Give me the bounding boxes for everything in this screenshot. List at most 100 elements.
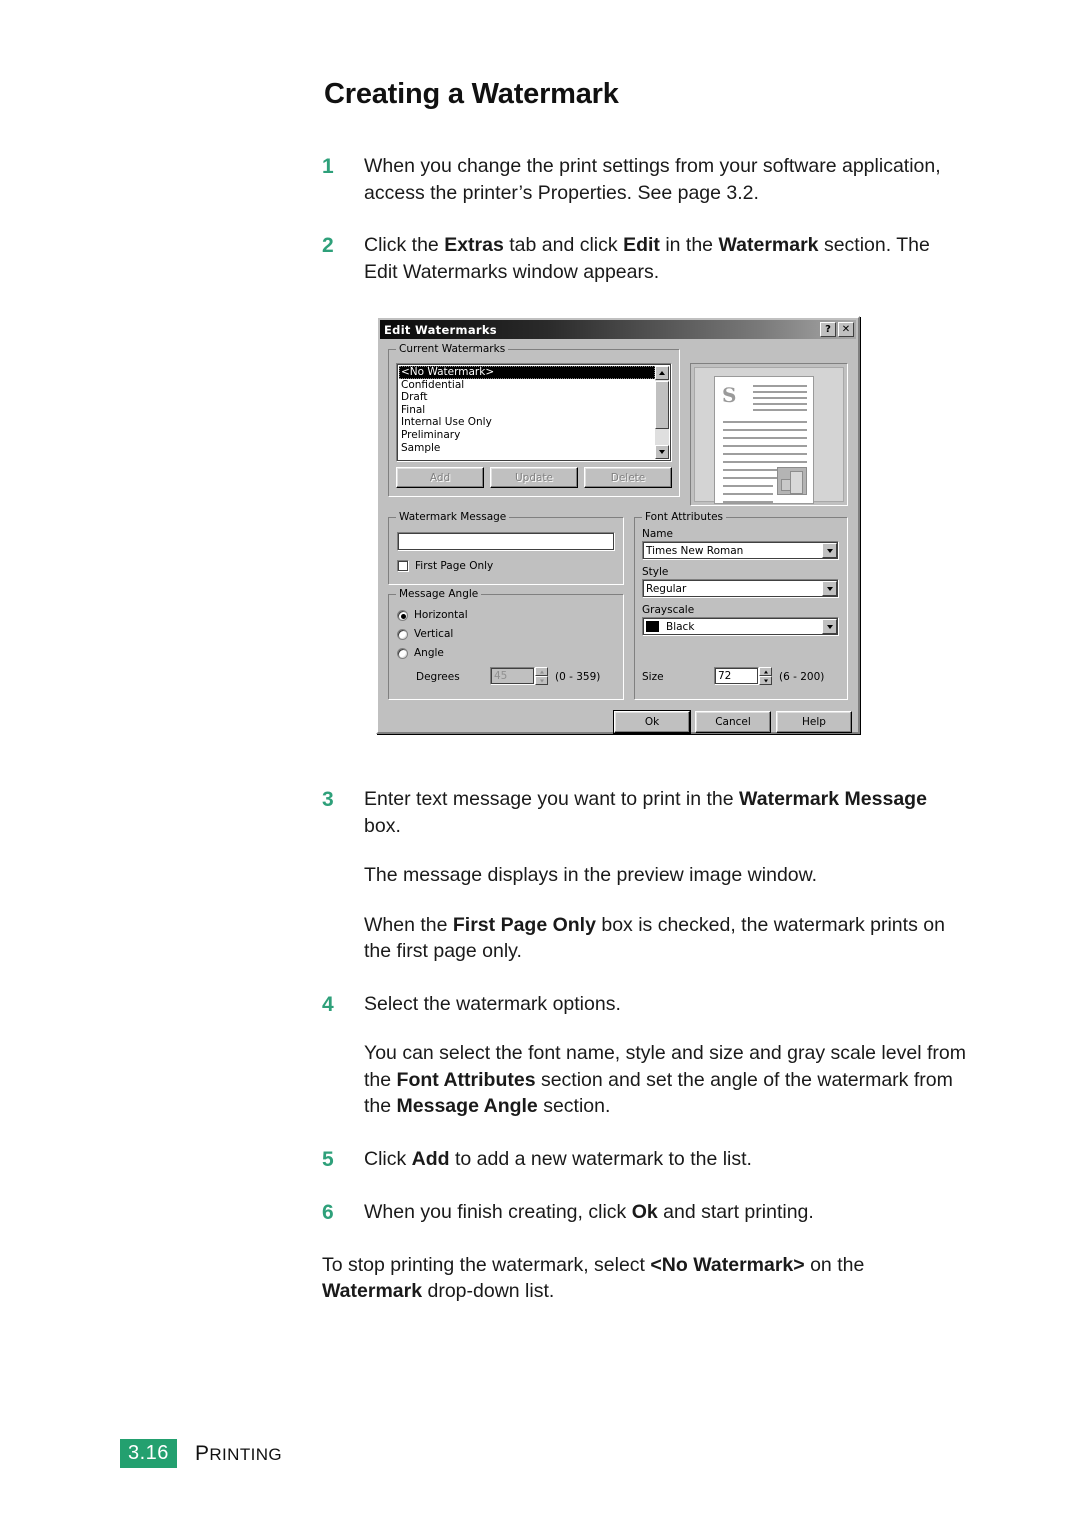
radio-vertical-icon[interactable] — [397, 628, 408, 640]
watermark-list-item[interactable]: Final — [399, 404, 655, 417]
step-text: Enter text message you want to print in … — [364, 786, 967, 965]
dialog-body: Current Watermarks <No Watermark> Confide… — [380, 339, 856, 734]
document-page: Creating a Watermark 1 When you change th… — [0, 0, 1080, 1526]
watermark-list-scrollbar[interactable] — [655, 366, 669, 459]
watermark-message-legend: Watermark Message — [396, 511, 510, 523]
add-watermark-button[interactable]: Add — [396, 467, 484, 488]
angle-option-horizontal[interactable]: Horizontal — [397, 609, 468, 621]
step-item: 5 Click Add to add a new watermark to the… — [322, 1146, 967, 1173]
step-paragraph: When you finish creating, click Ok and s… — [364, 1200, 814, 1223]
angle-option-vertical[interactable]: Vertical — [397, 628, 453, 640]
close-titlebar-button[interactable]: ✕ — [838, 322, 854, 337]
step-number: 5 — [322, 1147, 334, 1171]
step-text: Select the watermark options. You can sel… — [364, 991, 967, 1120]
first-page-only-checkbox-row[interactable]: First Page Only — [397, 560, 493, 572]
watermark-list-item[interactable]: Confidential — [399, 379, 655, 392]
font-style-label: Style — [642, 566, 669, 578]
watermark-listbox[interactable]: <No Watermark> Confidential Draft Final Inte… — [396, 363, 672, 462]
font-style-chevron-down-icon[interactable] — [822, 581, 837, 596]
step-text: Click Add to add a new watermark to the … — [364, 1146, 967, 1173]
grayscale-label: Grayscale — [642, 604, 695, 616]
closing-paragraph: To stop printing the watermark, select <… — [322, 1253, 865, 1303]
preview-page: S — [714, 376, 814, 504]
font-size-input[interactable]: 72 — [714, 667, 759, 685]
angle-option-vertical-label: Vertical — [414, 628, 454, 640]
font-style-value: Regular — [646, 582, 687, 595]
page-footer: 3.16 PRINTING — [120, 1439, 282, 1468]
grayscale-color-swatch — [646, 621, 659, 632]
page-number-badge: 3.16 — [120, 1439, 177, 1468]
help-titlebar-button[interactable]: ? — [820, 322, 836, 337]
step-item: 3 Enter text message you want to print in… — [322, 786, 967, 965]
scroll-up-button[interactable] — [655, 366, 669, 380]
help-button[interactable]: Help — [776, 711, 852, 733]
radio-horizontal-icon[interactable] — [397, 609, 408, 621]
degrees-stepper[interactable]: 45 — [490, 667, 548, 685]
font-name-combobox[interactable]: Times New Roman — [642, 541, 839, 560]
font-attributes-legend: Font Attributes — [642, 511, 727, 523]
font-size-stepper[interactable]: 72 — [714, 667, 772, 685]
watermark-list-item[interactable]: Internal Use Only — [399, 416, 655, 429]
update-watermark-button[interactable]: Update — [490, 467, 578, 488]
step-paragraph: When the First Page Only box is checked,… — [364, 913, 945, 963]
degrees-decrement-button[interactable] — [535, 676, 548, 685]
grayscale-value: Black — [666, 620, 695, 633]
font-size-increment-button[interactable] — [759, 667, 772, 676]
step-paragraph: When you change the print settings from … — [364, 155, 941, 204]
edit-watermarks-dialog: Edit Watermarks ? ✕ Current Watermarks <… — [376, 316, 860, 734]
section-name-label: PRINTING — [194, 1441, 283, 1465]
watermark-list-items[interactable]: <No Watermark> Confidential Draft Final Inte… — [399, 366, 655, 454]
first-page-only-checkbox[interactable] — [397, 560, 409, 572]
first-page-only-label: First Page Only — [415, 560, 494, 572]
dialog-title: Edit Watermarks — [384, 322, 497, 337]
step-item: 6 When you finish creating, click Ok and … — [322, 1199, 967, 1226]
message-angle-legend: Message Angle — [396, 588, 482, 600]
degrees-input[interactable]: 45 — [490, 667, 535, 685]
scroll-down-button[interactable] — [655, 445, 669, 459]
font-name-value: Times New Roman — [646, 544, 744, 557]
current-watermarks-legend: Current Watermarks — [396, 343, 509, 355]
step-item: 1 When you change the print settings from… — [322, 153, 967, 206]
watermark-preview-panel: S — [690, 363, 848, 506]
step-number: 6 — [322, 1200, 334, 1224]
step-number: 2 — [322, 234, 334, 257]
watermark-message-input[interactable] — [397, 532, 615, 551]
watermark-list-item[interactable]: <No Watermark> — [399, 366, 655, 379]
step-paragraph: Enter text message you want to print in … — [364, 788, 927, 837]
grayscale-combobox[interactable]: Black — [642, 617, 839, 636]
step-paragraph: You can select the font name, style and … — [364, 1042, 966, 1117]
step-number: 4 — [322, 992, 334, 1016]
degrees-increment-button[interactable] — [535, 667, 548, 676]
steps-list-top: 1 When you change the print settings from… — [322, 153, 967, 285]
step-paragraph: Click Add to add a new watermark to the … — [364, 1147, 752, 1170]
step-paragraph: Select the watermark options. — [364, 992, 621, 1015]
scrollbar-thumb[interactable] — [655, 381, 669, 429]
dialog-titlebar[interactable]: Edit Watermarks ? ✕ — [380, 320, 856, 339]
steps-list-bottom: 3 Enter text message you want to print in… — [322, 786, 967, 1226]
ok-button[interactable]: Ok — [614, 711, 690, 733]
watermark-list-item[interactable]: Preliminary — [399, 429, 655, 442]
page-title: Creating a Watermark — [324, 78, 619, 110]
angle-option-angle-label: Angle — [414, 647, 444, 659]
step-paragraph: The message displays in the preview imag… — [364, 864, 818, 886]
font-style-combobox[interactable]: Regular — [642, 579, 839, 598]
watermark-list-item[interactable]: Draft — [399, 391, 655, 404]
delete-watermark-button[interactable]: Delete — [584, 467, 672, 488]
angle-option-angle[interactable]: Angle — [397, 647, 444, 659]
step-item: 4 Select the watermark options. You can se… — [322, 991, 967, 1120]
font-size-range-label: (6 - 200) — [779, 671, 825, 683]
font-name-chevron-down-icon[interactable] — [822, 543, 837, 558]
degrees-range-label: (0 - 359) — [555, 671, 601, 683]
font-size-label: Size — [642, 671, 664, 683]
step-text: Click the Extras tab and click Edit in t… — [364, 232, 967, 285]
preview-logo-s: S — [722, 383, 737, 407]
grayscale-chevron-down-icon[interactable] — [822, 619, 837, 634]
radio-angle-icon[interactable] — [397, 647, 408, 659]
step-text: When you change the print settings from … — [364, 153, 967, 206]
font-name-label: Name — [642, 528, 673, 540]
cancel-button[interactable]: Cancel — [695, 711, 771, 733]
degrees-label: Degrees — [416, 671, 460, 683]
step-number: 1 — [322, 155, 334, 178]
watermark-list-item[interactable]: Sample — [399, 442, 655, 455]
font-size-decrement-button[interactable] — [759, 676, 772, 685]
